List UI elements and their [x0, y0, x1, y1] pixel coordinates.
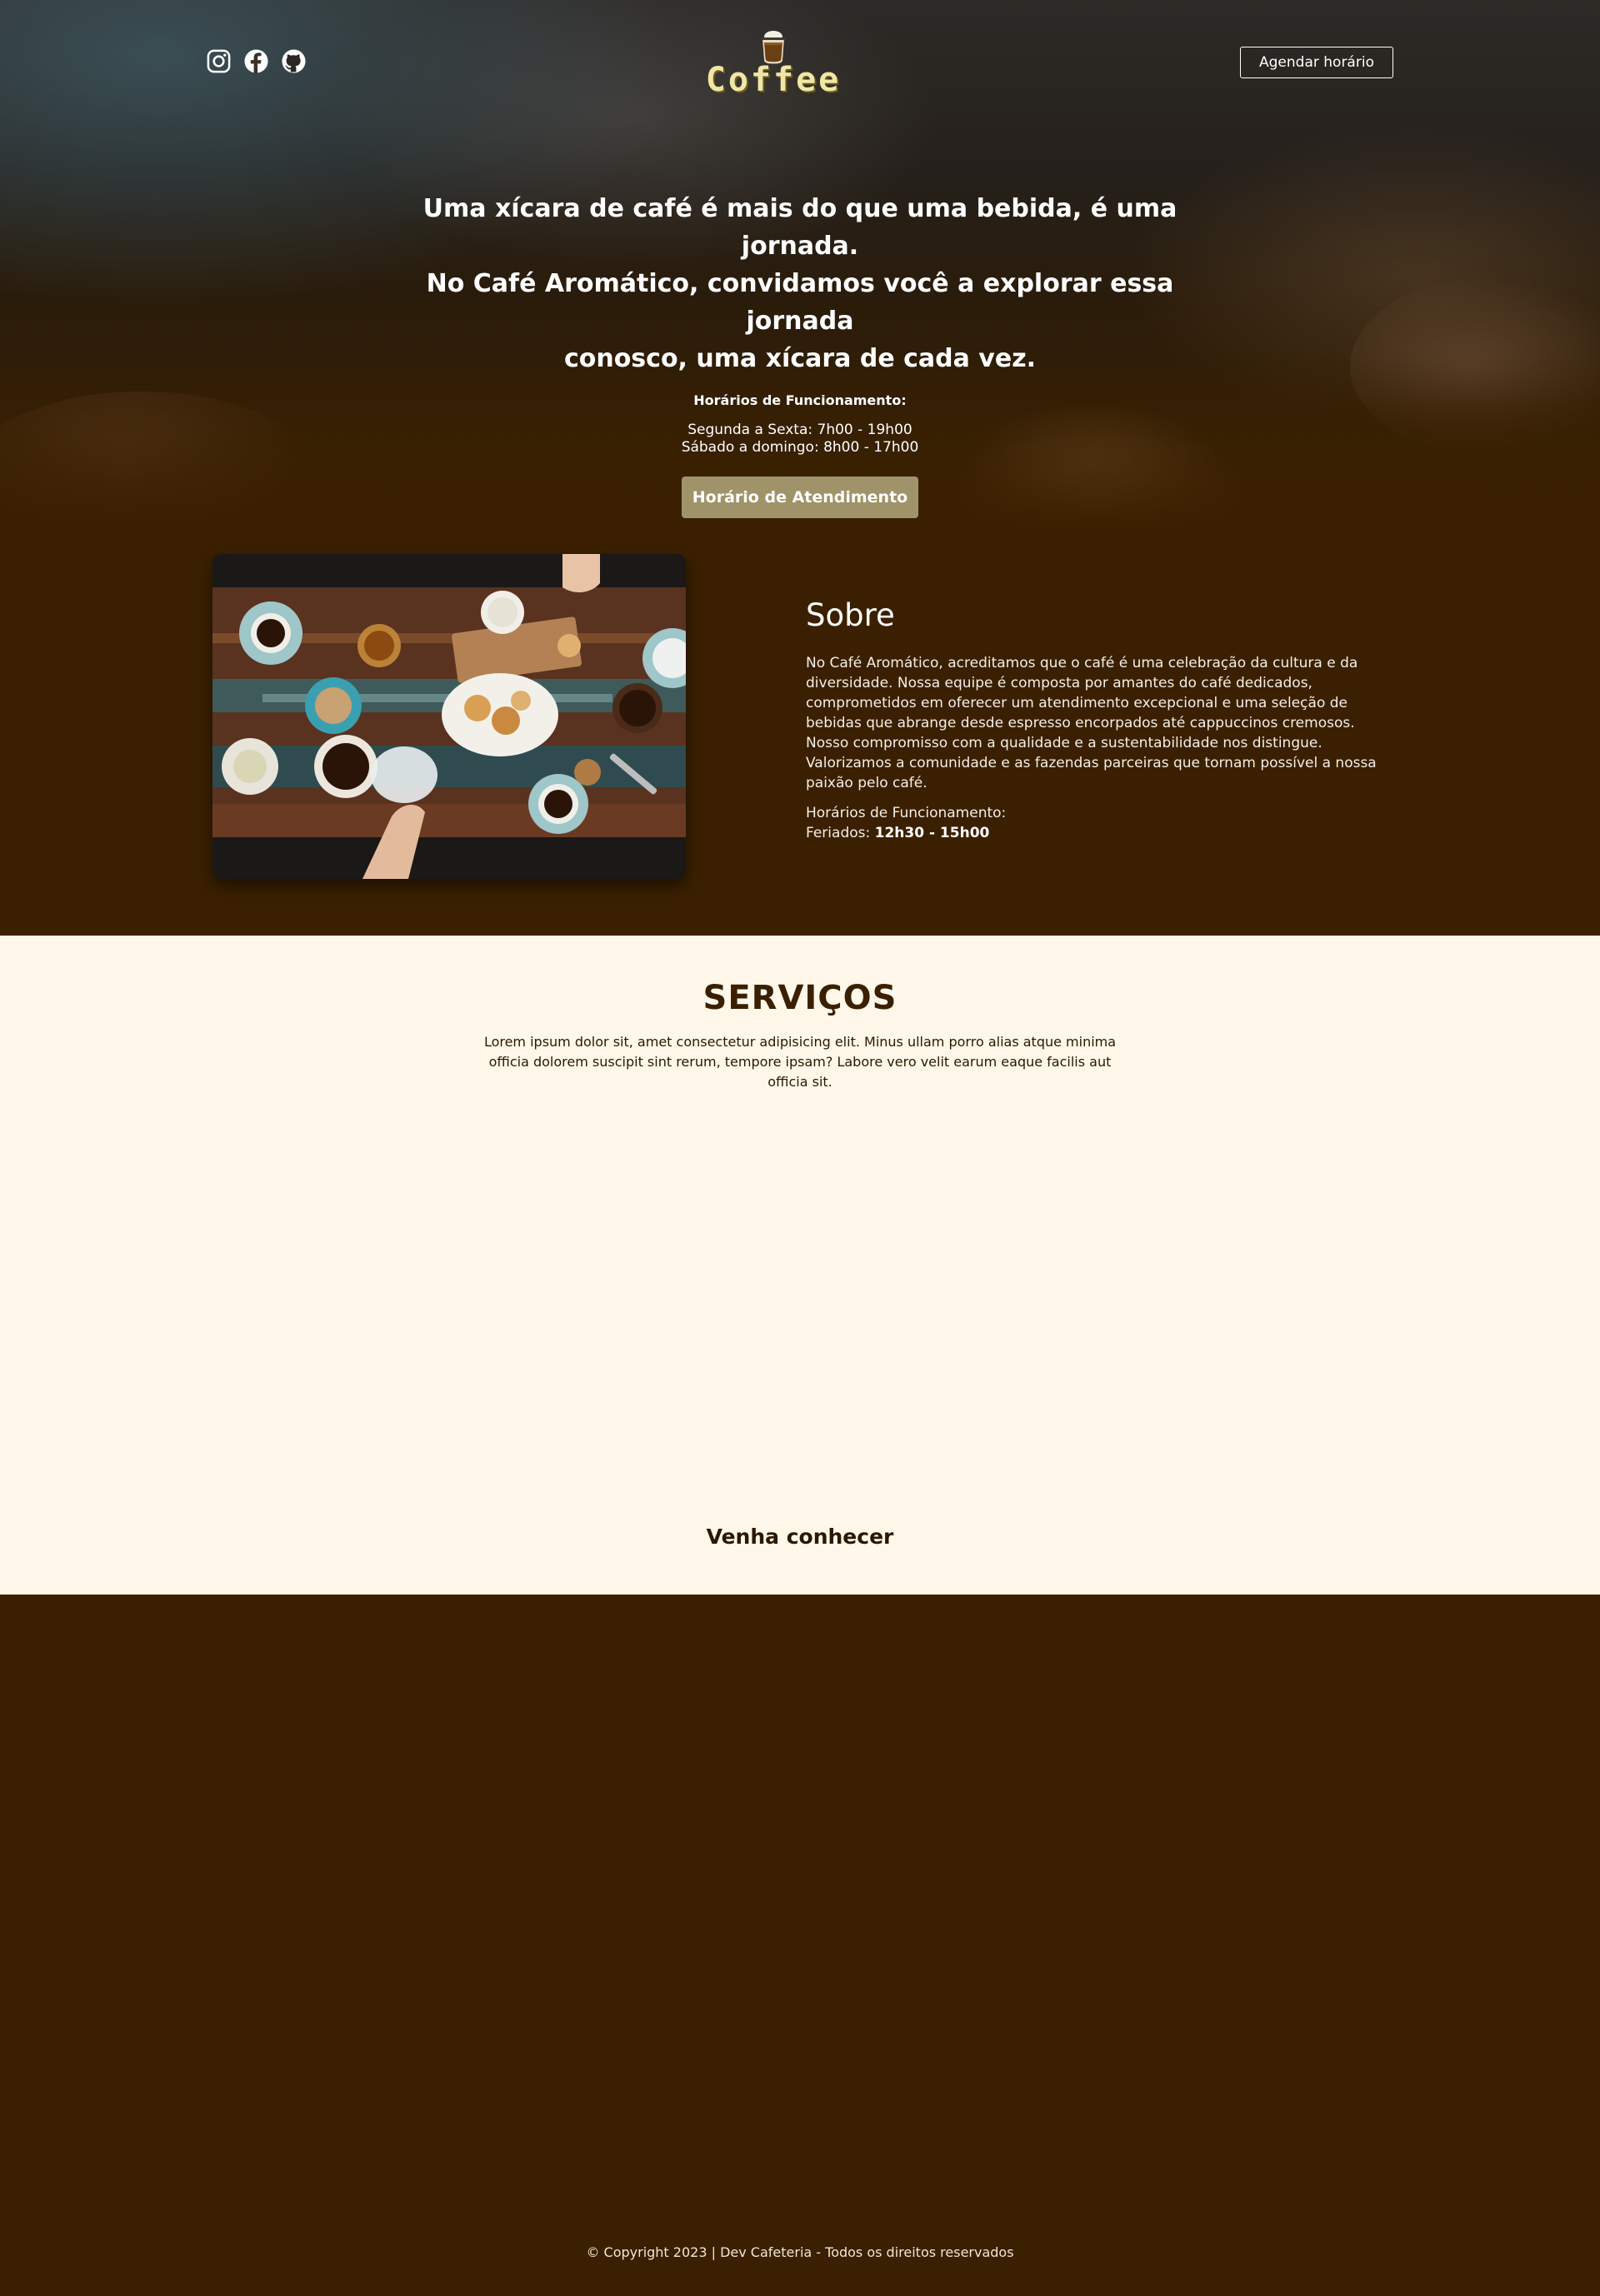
- about-section: Sobre No Café Aromático, acreditamos que…: [806, 596, 1389, 843]
- hours-label: Horários de Funcionamento:: [693, 392, 907, 408]
- services-title: SERVIÇOS: [702, 979, 898, 1017]
- schedule-button[interactable]: Agendar horário: [1240, 47, 1393, 78]
- logo-text: Coffee: [705, 61, 842, 99]
- github-icon[interactable]: [281, 48, 307, 74]
- hero-title-line: conosco, uma xícara de cada vez.: [563, 344, 1037, 373]
- hours-weekday: Segunda a Sexta: 7h00 - 19h00: [688, 422, 912, 438]
- hero-section: Coffee Agendar horário Uma xícara de caf…: [0, 0, 1600, 533]
- services-section: SERVIÇOS Lorem ipsum dolor sit, amet con…: [0, 936, 1600, 1595]
- social-links: [206, 48, 307, 74]
- holidays-hours: 12h30 - 15h00: [874, 825, 990, 841]
- about-image: [212, 554, 686, 879]
- hero-title-line: No Café Aromático, convidamos você a exp…: [426, 269, 1174, 336]
- hours-weekend: Sábado a domingo: 8h00 - 17h00: [681, 439, 919, 456]
- about-description: No Café Aromático, acreditamos que o caf…: [806, 655, 1377, 791]
- facebook-icon[interactable]: [243, 48, 269, 74]
- about-title: Sobre: [806, 597, 895, 633]
- footer-copyright: © Copyright 2023 | Dev Cafeteria - Todos…: [586, 2244, 1014, 2260]
- hero-title-line: Uma xícara de café é mais do que uma beb…: [422, 194, 1178, 261]
- opening-hours-button[interactable]: Horário de Atendimento: [682, 477, 918, 518]
- about-hours: Horários de Funcionamento: Feriados: 12h…: [806, 803, 1389, 843]
- logo[interactable]: Coffee: [690, 28, 857, 97]
- instagram-icon[interactable]: [206, 48, 232, 74]
- services-description: Lorem ipsum dolor sit, amet consectetur …: [483, 1034, 1117, 1090]
- holidays-label: Feriados:: [806, 825, 875, 841]
- about-hours-label: Horários de Funcionamento:: [806, 805, 1007, 821]
- hero-title: Uma xícara de café é mais do que uma beb…: [383, 190, 1217, 377]
- coffee-cup-icon: [761, 31, 786, 64]
- services-cta-heading: Venha conhecer: [706, 1525, 894, 1549]
- hero-content: Uma xícara de café é mais do que uma beb…: [383, 190, 1217, 518]
